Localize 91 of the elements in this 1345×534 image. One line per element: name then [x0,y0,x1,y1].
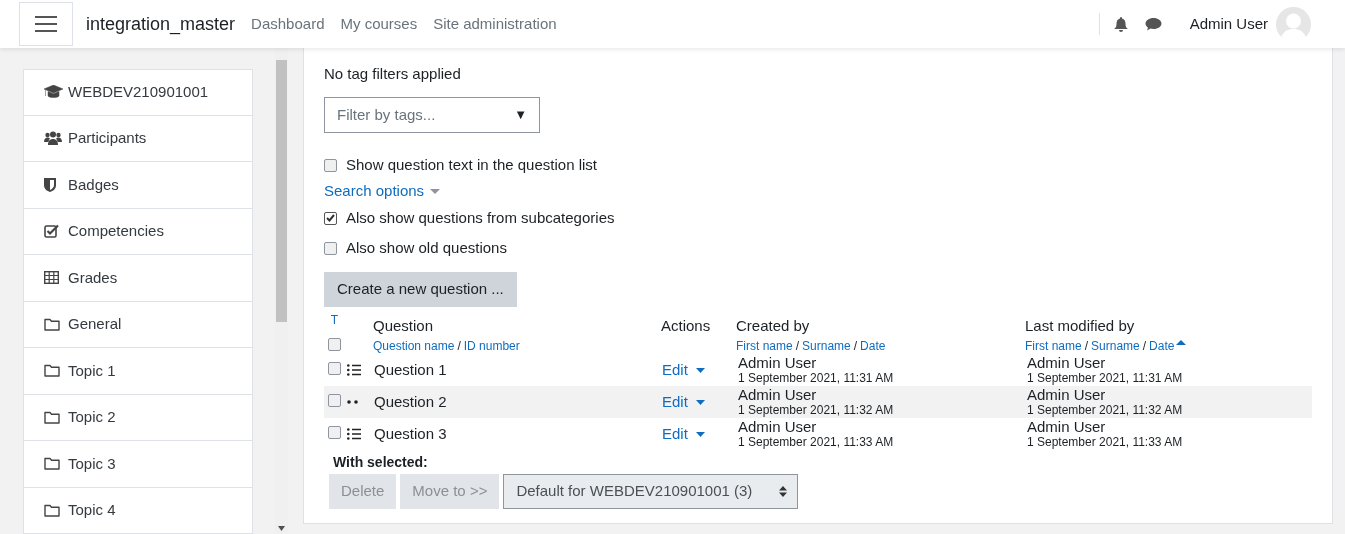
checkbox[interactable] [328,361,341,375]
sort-link[interactable]: First name [736,338,793,354]
create-question-button[interactable]: Create a new question ... [324,272,517,307]
sidebar-item[interactable]: Badges [23,162,253,209]
checkbox[interactable] [324,158,337,172]
sidebar-item[interactable]: Topic 2 [23,394,253,441]
nav-link[interactable]: Site administration [433,12,557,36]
table-icon [44,271,59,285]
sidebar-item[interactable]: Topic 3 [23,441,253,488]
category-select[interactable]: Default for WEBDEV210901001 (3) [503,474,799,509]
checkbox[interactable] [328,338,341,351]
sidebar-item[interactable]: Competencies [23,208,253,255]
bell-icon[interactable] [1113,16,1128,32]
sort-link[interactable]: Date [1149,338,1175,354]
folder-icon [44,364,60,378]
checkbox[interactable] [328,393,341,407]
caret-icon [430,189,441,194]
checkbox[interactable] [324,211,337,225]
checkbox-label: Show question text in the question list [346,154,597,175]
separator: / [1083,338,1090,354]
two-dots-icon [347,400,359,404]
checkbox[interactable] [328,425,341,439]
date-text: 1 September 2021, 11:31 AM [1027,370,1184,386]
date-text: 1 September 2021, 11:33 AM [738,434,895,450]
sort-link[interactable]: First name [1025,338,1082,354]
question-name: Question 3 [373,423,448,444]
user-name: Admin User [1027,386,1107,403]
date-text: 1 September 2021, 11:33 AM [1027,434,1184,450]
chat-icon[interactable] [1144,17,1162,31]
checkbox-label: Also show questions from subcategories [346,207,615,228]
edit-menu-link[interactable]: Edit [662,390,705,414]
sidebar-item[interactable]: Participants [23,115,253,162]
caret-icon [695,367,705,373]
menu-icon [35,16,57,32]
question-name: Question 2 [373,391,448,412]
checkbox-label: Also show old questions [346,237,507,258]
tag-filter-status: No tag filters applied [324,65,462,83]
folder-icon [44,457,60,471]
sort-link[interactable]: Surname [1091,338,1140,354]
shield-icon [44,177,56,192]
user-name: Admin User [738,354,818,371]
caret-icon [695,399,705,405]
with-selected-label: With selected: [333,453,429,471]
checkbox[interactable] [324,241,337,255]
column-header: Question [373,317,435,335]
separator: / [456,338,462,354]
date-text: 1 September 2021, 11:31 AM [738,370,895,386]
separator: / [1141,338,1148,354]
edit-menu-link[interactable]: Edit [662,422,705,446]
column-header: Last modified by [1025,317,1136,335]
nav-link[interactable]: My courses [340,12,418,36]
user-name: Admin User [1027,418,1107,435]
sidebar-item[interactable]: General [23,301,253,348]
user-name: Admin User [738,418,818,435]
user-name: Admin User [1027,354,1107,371]
site-name[interactable]: integration_master [86,10,236,38]
folder-icon [44,410,60,424]
nav-link[interactable]: Dashboard [251,12,325,36]
checkbox-icon [44,224,59,239]
sort-link[interactable]: T [330,313,339,327]
sort-link[interactable]: Question name [373,338,455,354]
folder-icon [44,317,60,331]
column-header: Created by [736,317,811,335]
sidebar-item[interactable]: Topic 1 [23,348,253,395]
separator: / [852,338,859,354]
users-icon [44,131,62,146]
up-down-arrows-icon [779,486,788,497]
sort-link[interactable]: ID number [463,338,520,354]
caret-icon [695,431,705,437]
sidebar-item[interactable]: WEBDEV210901001 [23,69,253,116]
sort-link[interactable]: Surname [802,338,851,354]
user-name: Admin User [738,386,818,403]
sidebar-item[interactable]: Grades [23,255,253,302]
list-icon [347,364,361,376]
folder-icon [44,503,60,517]
date-text: 1 September 2021, 11:32 AM [738,402,895,418]
date-text: 1 September 2021, 11:32 AM [1027,402,1184,418]
question-name: Question 1 [373,359,448,380]
menu-button[interactable] [19,2,73,46]
search-options-link[interactable]: Search options [324,180,441,203]
dropdown-arrow: ▼ [514,106,527,125]
tag-filter-dropdown[interactable]: Filter by tags... ▼ [324,97,540,133]
edit-menu-link[interactable]: Edit [662,358,705,382]
sort-link[interactable]: Date [860,338,886,354]
cap-icon [44,85,63,100]
list-icon [347,428,361,440]
user-name[interactable]: Admin User [1189,12,1268,36]
sidebar-item[interactable]: Topic 4 [23,487,253,534]
separator: / [794,338,801,354]
column-header: Actions [661,317,712,335]
scroll-down-icon[interactable] [278,526,285,531]
